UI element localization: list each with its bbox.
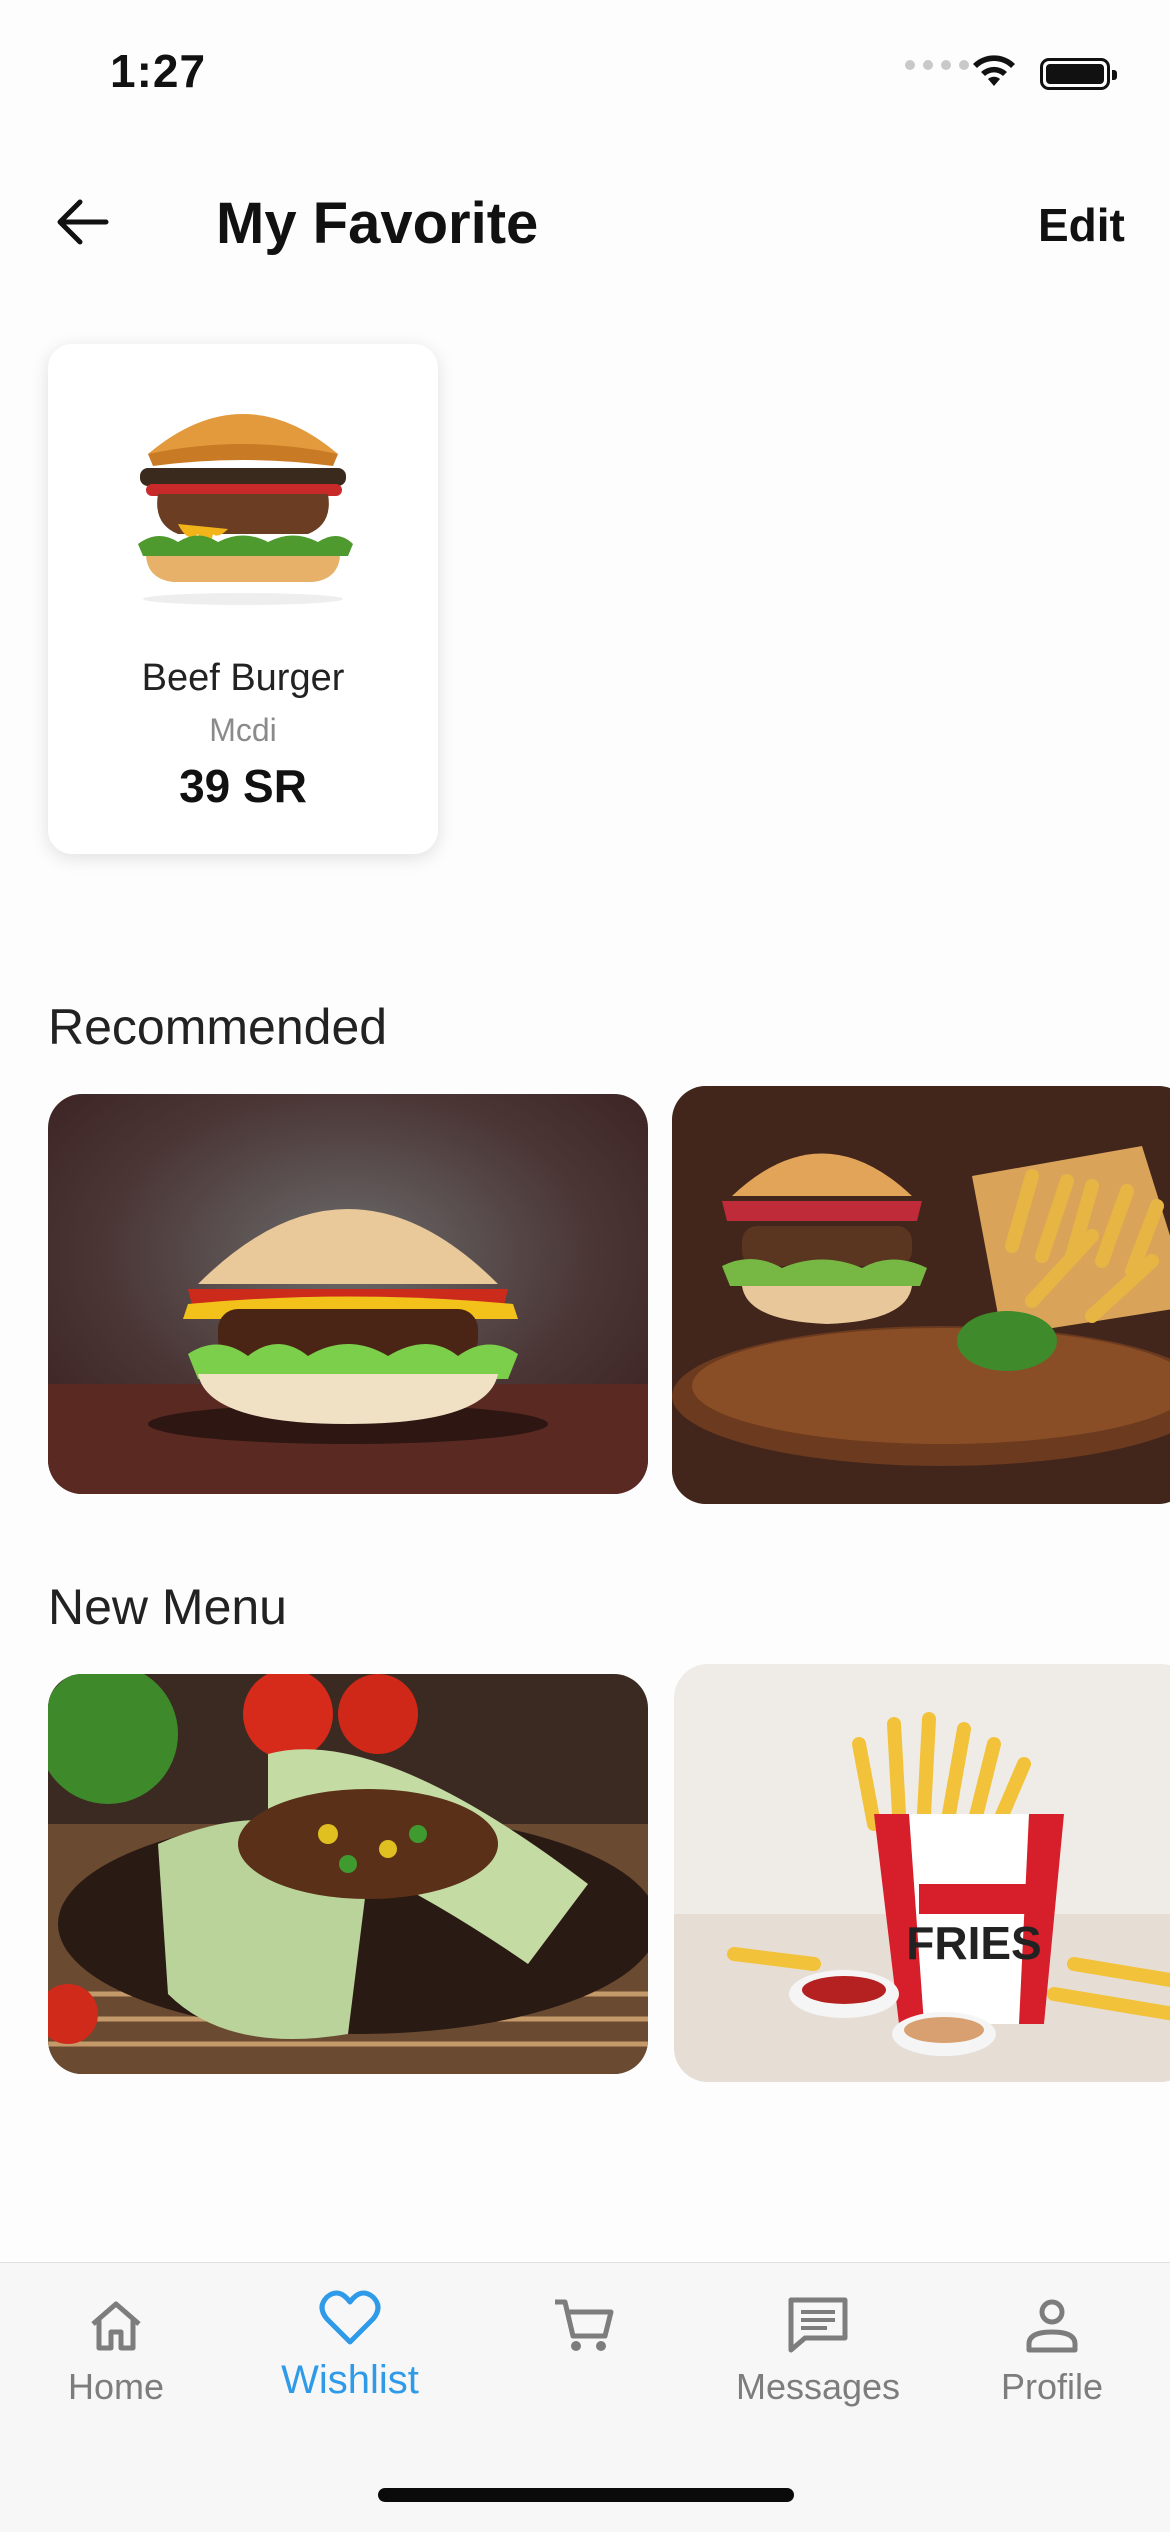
nav-cart[interactable] (484, 2290, 684, 2366)
recommended-item-card[interactable] (672, 1086, 1170, 1504)
home-indicator (378, 2488, 794, 2502)
status-time: 1:27 (110, 45, 207, 97)
wrap-photo (48, 1674, 648, 2074)
fries-photo: FRIES (674, 1664, 1170, 2082)
burger-photo (48, 1094, 648, 1494)
nav-wishlist[interactable]: Wishlist (250, 2282, 450, 2403)
message-icon (788, 2297, 848, 2353)
home-icon (91, 2301, 141, 2351)
section-title-recommended: Recommended (48, 999, 388, 1055)
restaurant-name: Mcdi (209, 712, 277, 748)
cart-icon (555, 2299, 614, 2351)
nav-messages[interactable]: Messages (718, 2290, 918, 2408)
new-menu-item-card[interactable] (48, 1674, 648, 2074)
status-bar: 1:27 (0, 0, 1170, 140)
battery-icon (1040, 58, 1117, 90)
signal-icon (905, 60, 969, 70)
wifi-icon (973, 55, 1015, 86)
svg-text:FRIES: FRIES (906, 1917, 1041, 1969)
burger-image (138, 414, 353, 605)
page-title: My Favorite (216, 191, 539, 256)
nav-label: Wishlist (281, 2358, 419, 2402)
new-menu-item-card[interactable]: FRIES (674, 1664, 1170, 2082)
profile-icon (1026, 2299, 1078, 2353)
nav-label: Profile (1000, 2366, 1104, 2407)
item-price: 39 SR (179, 760, 307, 812)
recommended-item-card[interactable] (48, 1094, 648, 1494)
nav-profile[interactable]: Profile (952, 2290, 1152, 2408)
nav-label: Messages (735, 2366, 901, 2407)
item-name: Beef Burger (141, 657, 345, 699)
nav-label: Home (67, 2366, 165, 2407)
edit-button[interactable]: Edit (1038, 198, 1125, 252)
section-title-new-menu: New Menu (48, 1579, 287, 1635)
favorite-card[interactable]: Beef Burger Mcdi 39 SR (48, 344, 438, 854)
heart-icon (319, 2290, 381, 2345)
back-arrow-icon[interactable] (52, 192, 112, 252)
nav-home[interactable]: Home (16, 2290, 216, 2408)
burger-fries-photo (672, 1086, 1170, 1504)
